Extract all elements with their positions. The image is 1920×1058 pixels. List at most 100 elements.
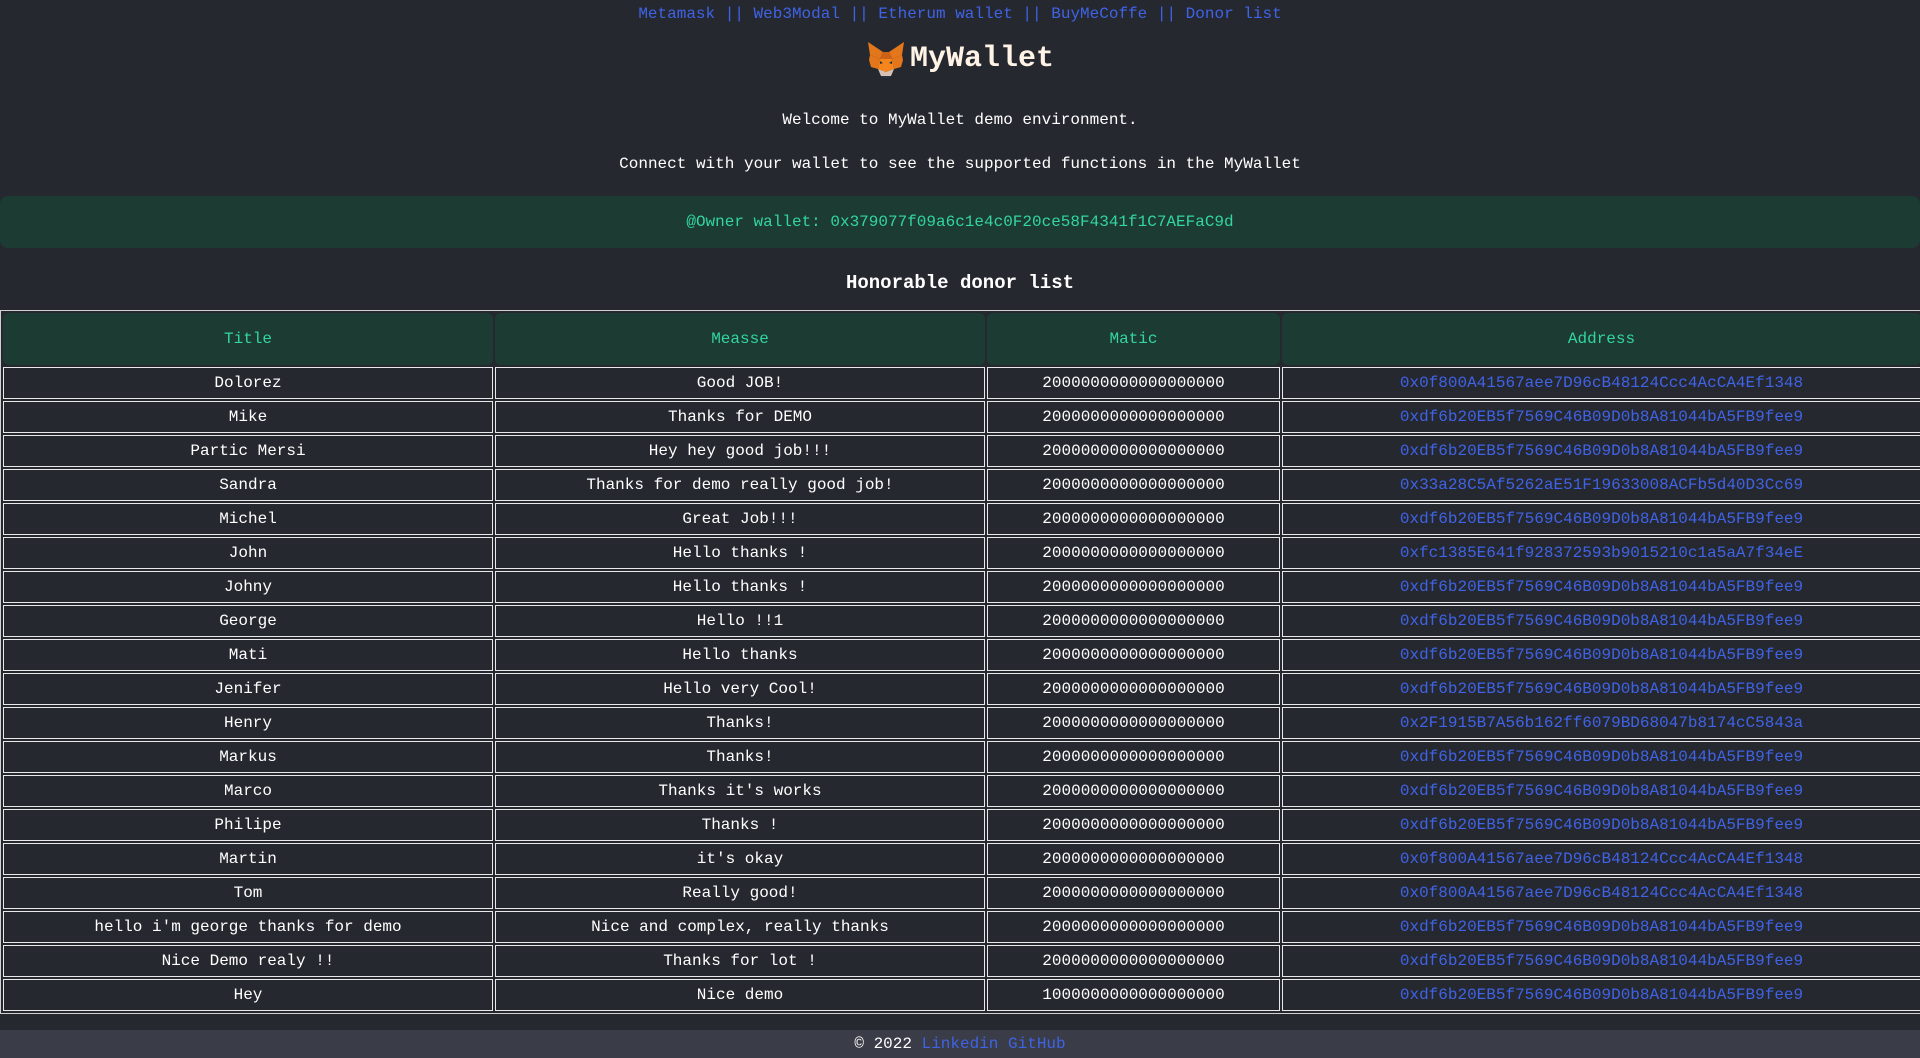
footer-link-github[interactable]: GitHub (1008, 1035, 1066, 1053)
donor-title-cell: Martin (3, 843, 493, 875)
table-row: Henry Thanks! 2000000000000000000 0x2F1915B… (3, 707, 1920, 739)
donor-address-link[interactable]: 0x0f800A41567aee7D96cB48124Ccc4AcCA4Ef13… (1400, 374, 1803, 392)
donor-address-link[interactable]: 0xdf6b20EB5f7569C46B09D0b8A81044bA5FB9fe… (1400, 816, 1803, 834)
owner-wallet-banner: @Owner wallet: 0x379077f09a6c1e4c0F20ce5… (0, 196, 1920, 248)
donor-message-cell: it's okay (495, 843, 985, 875)
table-row: John Hello thanks ! 2000000000000000000 0xf… (3, 537, 1920, 569)
donor-address-cell: 0x0f800A41567aee7D96cB48124Ccc4AcCA4Ef13… (1282, 877, 1920, 909)
nav-link-buymecoffe[interactable]: BuyMeCoffe (1051, 5, 1147, 23)
nav-separator: || (849, 5, 869, 23)
table-row: hello i'm george thanks for demo Nice and… (3, 911, 1920, 943)
brand-header: MyWallet (0, 32, 1920, 86)
donor-address-link[interactable]: 0xdf6b20EB5f7569C46B09D0b8A81044bA5FB9fe… (1400, 646, 1803, 664)
nav-separator: || (1022, 5, 1042, 23)
copyright-text: © 2022 (854, 1035, 912, 1053)
nav-link-donor-list[interactable]: Donor list (1186, 5, 1282, 23)
donor-message-cell: Hello very Cool! (495, 673, 985, 705)
donor-address-link[interactable]: 0xdf6b20EB5f7569C46B09D0b8A81044bA5FB9fe… (1400, 918, 1803, 936)
table-row: Markus Thanks! 2000000000000000000 0xdf6b20… (3, 741, 1920, 773)
donor-address-link[interactable]: 0xdf6b20EB5f7569C46B09D0b8A81044bA5FB9fe… (1400, 748, 1803, 766)
column-header-matic: Matic (987, 313, 1280, 365)
donor-address-cell: 0xfc1385E641f928372593b9015210c1a5aA7f34… (1282, 537, 1920, 569)
donor-message-cell: Great Job!!! (495, 503, 985, 535)
donor-matic-cell: 2000000000000000000 (987, 367, 1280, 399)
table-row: Martin it's okay 2000000000000000000 0x0f80… (3, 843, 1920, 875)
donor-matic-cell: 2000000000000000000 (987, 945, 1280, 977)
table-row: Michel Great Job!!! 2000000000000000000 0xd… (3, 503, 1920, 535)
donor-address-link[interactable]: 0x2F1915B7A56b162ff6079BD68047b8174cC584… (1400, 714, 1803, 732)
donor-matic-cell: 2000000000000000000 (987, 673, 1280, 705)
donor-matic-cell: 2000000000000000000 (987, 503, 1280, 535)
table-header-row: Title Measse Matic Address (3, 313, 1920, 365)
donor-address-cell: 0xdf6b20EB5f7569C46B09D0b8A81044bA5FB9fe… (1282, 775, 1920, 807)
table-row: Nice Demo realy !! Thanks for lot ! 200000… (3, 945, 1920, 977)
donor-title-cell: Jenifer (3, 673, 493, 705)
donor-matic-cell: 2000000000000000000 (987, 877, 1280, 909)
donor-list-title: Honorable donor list (845, 272, 1075, 294)
donor-message-cell: Thanks! (495, 741, 985, 773)
table-row: Dolorez Good JOB! 2000000000000000000 0x0f8… (3, 367, 1920, 399)
donor-message-cell: Thanks for demo really good job! (495, 469, 985, 501)
donor-matic-cell: 2000000000000000000 (987, 707, 1280, 739)
donor-matic-cell: 2000000000000000000 (987, 537, 1280, 569)
nav-separator: || (724, 5, 744, 23)
donor-address-link[interactable]: 0xdf6b20EB5f7569C46B09D0b8A81044bA5FB9fe… (1400, 578, 1803, 596)
table-row: Hey Nice demo 1000000000000000000 0xdf6b20E… (3, 979, 1920, 1011)
donor-message-cell: Thanks ! (495, 809, 985, 841)
table-row: Mati Hello thanks 2000000000000000000 0xdf6… (3, 639, 1920, 671)
donor-title-cell: Marco (3, 775, 493, 807)
donor-address-link[interactable]: 0x33a28C5Af5262aE51F19633008ACFb5d40D3Cc… (1400, 476, 1803, 494)
donor-message-cell: Thanks! (495, 707, 985, 739)
donor-address-link[interactable]: 0xdf6b20EB5f7569C46B09D0b8A81044bA5FB9fe… (1400, 612, 1803, 630)
donor-address-link[interactable]: 0xdf6b20EB5f7569C46B09D0b8A81044bA5FB9fe… (1400, 986, 1803, 1004)
footer-link-linkedin[interactable]: Linkedin (922, 1035, 999, 1053)
app-title: MyWallet (909, 42, 1055, 76)
donor-title-cell: Sandra (3, 469, 493, 501)
donor-message-cell: Good JOB! (495, 367, 985, 399)
table-row: Tom Really good! 2000000000000000000 0x0f80… (3, 877, 1920, 909)
column-header-message: Measse (495, 313, 985, 365)
donor-message-cell: Thanks it's works (495, 775, 985, 807)
donor-address-link[interactable]: 0xdf6b20EB5f7569C46B09D0b8A81044bA5FB9fe… (1400, 510, 1803, 528)
donor-address-link[interactable]: 0xfc1385E641f928372593b9015210c1a5aA7f34… (1400, 544, 1803, 562)
donor-address-cell: 0xdf6b20EB5f7569C46B09D0b8A81044bA5FB9fe… (1282, 673, 1920, 705)
donor-message-cell: Hey hey good job!!! (495, 435, 985, 467)
donor-address-link[interactable]: 0xdf6b20EB5f7569C46B09D0b8A81044bA5FB9fe… (1400, 680, 1803, 698)
donor-message-cell: Hello !!1 (495, 605, 985, 637)
donor-address-link[interactable]: 0xdf6b20EB5f7569C46B09D0b8A81044bA5FB9fe… (1400, 952, 1803, 970)
donor-title-cell: Partic Mersi (3, 435, 493, 467)
donor-message-cell: Hello thanks ! (495, 537, 985, 569)
donor-address-link[interactable]: 0xdf6b20EB5f7569C46B09D0b8A81044bA5FB9fe… (1400, 442, 1803, 460)
donor-address-cell: 0xdf6b20EB5f7569C46B09D0b8A81044bA5FB9fe… (1282, 605, 1920, 637)
donor-message-cell: Hello thanks ! (495, 571, 985, 603)
donor-matic-cell: 2000000000000000000 (987, 809, 1280, 841)
donor-matic-cell: 2000000000000000000 (987, 911, 1280, 943)
nav-link-web3modal[interactable]: Web3Modal (754, 5, 840, 23)
donor-matic-cell: 2000000000000000000 (987, 571, 1280, 603)
donor-title-cell: Markus (3, 741, 493, 773)
donor-address-link[interactable]: 0x0f800A41567aee7D96cB48124Ccc4AcCA4Ef13… (1400, 884, 1803, 902)
nav-link-metamask[interactable]: Metamask (638, 5, 715, 23)
nav-link-etherum-wallet[interactable]: Etherum wallet (878, 5, 1012, 23)
table-row: George Hello !!1 2000000000000000000 0xdf6b… (3, 605, 1920, 637)
donor-address-link[interactable]: 0xdf6b20EB5f7569C46B09D0b8A81044bA5FB9fe… (1400, 408, 1803, 426)
column-header-address: Address (1282, 313, 1920, 365)
donor-address-link[interactable]: 0xdf6b20EB5f7569C46B09D0b8A81044bA5FB9fe… (1400, 782, 1803, 800)
donor-title-cell: John (3, 537, 493, 569)
donor-matic-cell: 2000000000000000000 (987, 741, 1280, 773)
connect-text: Connect with your wallet to see the supp… (619, 155, 1301, 173)
donor-address-link[interactable]: 0x0f800A41567aee7D96cB48124Ccc4AcCA4Ef13… (1400, 850, 1803, 868)
donor-title-cell: George (3, 605, 493, 637)
donor-matic-cell: 2000000000000000000 (987, 469, 1280, 501)
donor-address-cell: 0x0f800A41567aee7D96cB48124Ccc4AcCA4Ef13… (1282, 367, 1920, 399)
donor-message-cell: Nice demo (495, 979, 985, 1011)
nav-separator: || (1156, 5, 1177, 23)
donor-address-cell: 0x33a28C5Af5262aE51F19633008ACFb5d40D3Cc… (1282, 469, 1920, 501)
donor-matic-cell: 2000000000000000000 (987, 843, 1280, 875)
donor-matic-cell: 1000000000000000000 (987, 979, 1280, 1011)
table-row: Sandra Thanks for demo really good job! 20… (3, 469, 1920, 501)
donor-table-body: Dolorez Good JOB! 2000000000000000000 0x0f8… (3, 367, 1920, 1011)
table-row: Johny Hello thanks ! 2000000000000000000 0x… (3, 571, 1920, 603)
donor-matic-cell: 2000000000000000000 (987, 401, 1280, 433)
table-row: Jenifer Hello very Cool! 20000000000000000… (3, 673, 1920, 705)
